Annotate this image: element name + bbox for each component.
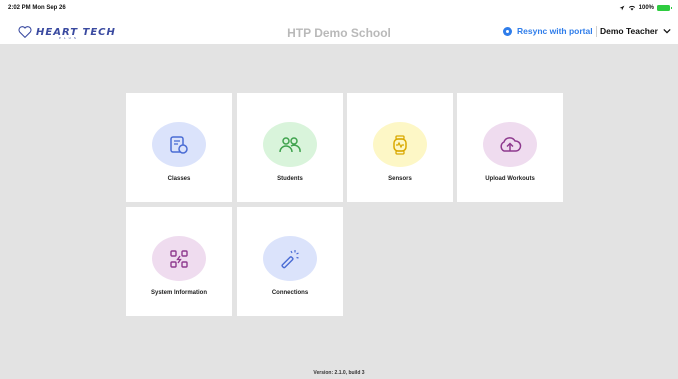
resync-button[interactable]: Resync with portal xyxy=(503,26,593,36)
classes-icon xyxy=(170,135,188,154)
tile-students-label: Students xyxy=(277,176,303,182)
tile-upload-workouts-label: Upload Workouts xyxy=(485,176,535,182)
magic-wand-icon-circle xyxy=(263,236,317,281)
tile-classes-label: Classes xyxy=(167,176,191,182)
user-menu[interactable]: Demo Teacher xyxy=(600,26,671,36)
tile-system-information-label: System Information xyxy=(150,290,207,296)
tile-connections[interactable]: Connections xyxy=(237,207,343,316)
version-label: Version: 2.1.0, build 3 xyxy=(313,370,365,376)
students-icon xyxy=(279,136,301,152)
sensor-icon xyxy=(393,134,407,155)
chevron-down-icon xyxy=(663,28,671,34)
magic-wand-icon xyxy=(281,249,299,268)
system-info-icon-circle xyxy=(152,236,206,281)
top-bar: 2:02 PM Mon Sep 26 100% HEART TECH PLUS … xyxy=(0,0,678,44)
cloud-upload-icon-circle xyxy=(483,122,537,167)
status-time-date: 2:02 PM Mon Sep 26 xyxy=(8,5,66,11)
resync-label: Resync with portal xyxy=(517,26,593,36)
wifi-icon xyxy=(628,5,635,11)
tile-upload-workouts[interactable]: Upload Workouts xyxy=(457,93,563,202)
header-divider xyxy=(596,26,597,37)
cloud-upload-icon xyxy=(500,136,522,152)
tile-students[interactable]: Students xyxy=(237,93,343,202)
tile-connections-label: Connections xyxy=(271,290,309,296)
system-info-icon xyxy=(170,249,188,268)
tile-sensors-label: Sensors xyxy=(388,176,412,182)
location-icon xyxy=(619,5,625,11)
students-icon-circle xyxy=(263,122,317,167)
sensor-icon-circle xyxy=(373,122,427,167)
user-name: Demo Teacher xyxy=(600,26,658,36)
battery-percent: 100% xyxy=(638,5,654,11)
tile-system-information[interactable]: System Information xyxy=(126,207,232,316)
resync-icon xyxy=(503,26,512,36)
classes-icon-circle xyxy=(152,122,206,167)
status-indicators: 100% xyxy=(619,5,672,11)
tile-classes[interactable]: Classes xyxy=(126,93,232,202)
battery-icon xyxy=(657,5,672,11)
tile-sensors[interactable]: Sensors xyxy=(347,93,453,202)
